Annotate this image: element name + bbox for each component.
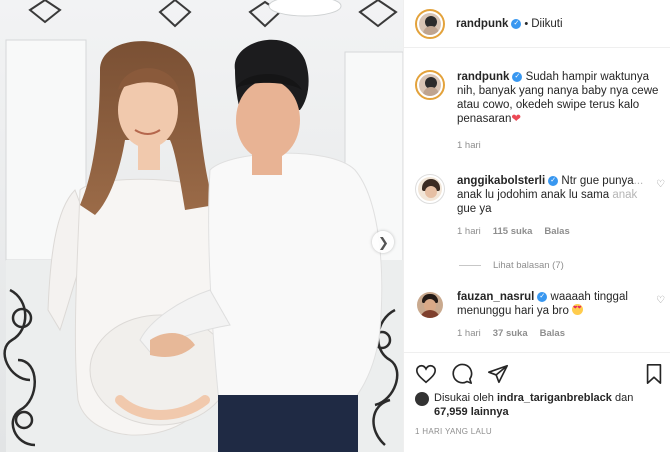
replies-divider	[459, 265, 481, 266]
couple-photo-illustration	[0, 0, 403, 452]
caption-time: 1 hari	[457, 140, 481, 151]
heart-eyes-emoji-icon: ❤❤	[572, 304, 584, 315]
comment-likes[interactable]: 115 suka	[493, 226, 533, 237]
liked-by-user[interactable]: indra_tariganbreblack	[497, 392, 612, 404]
comment-text-fade: ...	[633, 175, 644, 187]
post-side-panel: randpunk ✓ • Diikuti randpunk ✓ Sudah ham…	[403, 0, 670, 452]
red-heart-emoji-icon: ❤	[511, 113, 521, 125]
comment-text: Ntr gue punya	[561, 175, 634, 187]
comment-item: fauzan_nasrul ✓ waaaah tinggal menunggu h…	[415, 290, 665, 339]
post-photo[interactable]: ❯	[0, 0, 403, 452]
commenter-username[interactable]: fauzan_nasrul	[457, 291, 534, 303]
comment-item: anggikabolsterli ✓ Ntr gue punya... anak …	[415, 174, 665, 237]
view-replies-label: Lihat balasan (7)	[493, 260, 564, 271]
author-avatar[interactable]	[415, 8, 445, 39]
verified-badge-icon: ✓	[512, 71, 523, 82]
caption-username[interactable]: randpunk	[457, 71, 509, 83]
post-actions: Disukai oleh indra_tariganbreblack dan 6…	[404, 352, 670, 452]
verified-badge-icon: ✓	[537, 291, 548, 302]
reply-button[interactable]: Balas	[544, 226, 569, 237]
verified-badge-icon: ✓	[548, 175, 559, 186]
paper-plane-icon[interactable]	[487, 363, 509, 385]
separator-dot: •	[524, 17, 529, 30]
comment-text-line2: anak lu jodohim anak lu sama	[457, 189, 613, 201]
bookmark-icon[interactable]	[643, 363, 665, 385]
comment-time: 1 hari	[457, 226, 481, 237]
follow-status-button[interactable]: Diikuti	[531, 18, 562, 30]
comment-time: 1 hari	[457, 328, 481, 339]
comment-icon[interactable]	[451, 363, 473, 385]
liker-avatar[interactable]	[415, 392, 429, 406]
commenter-username[interactable]: anggikabolsterli	[457, 175, 545, 187]
reply-button[interactable]: Balas	[540, 328, 565, 339]
comment-text-line2-fade: anak	[612, 189, 638, 201]
commenter-avatar[interactable]	[415, 174, 445, 204]
like-comment-heart-icon[interactable]: ♡	[656, 295, 665, 306]
post-timestamp[interactable]: 1 HARI YANG LALU	[415, 427, 492, 436]
next-photo-button[interactable]: ❯	[372, 231, 394, 253]
view-replies-button[interactable]: Lihat balasan (7)	[459, 260, 564, 271]
likes-count[interactable]: 67,959 lainnya	[434, 406, 509, 418]
verified-badge-icon: ✓	[511, 18, 522, 29]
comment-likes[interactable]: 37 suka	[493, 328, 528, 339]
heart-icon[interactable]	[415, 363, 437, 385]
liked-by-prefix: Disukai oleh	[434, 392, 494, 404]
chevron-right-icon: ❯	[378, 234, 389, 250]
liked-by-connector: dan	[614, 392, 634, 404]
like-comment-heart-icon[interactable]: ♡	[656, 179, 665, 190]
commenter-avatar[interactable]	[415, 290, 445, 320]
post-caption: randpunk ✓ Sudah hampir waktunya nih, ban…	[415, 70, 665, 151]
liked-by-summary: Disukai oleh indra_tariganbreblack dan 6…	[415, 391, 633, 419]
author-username[interactable]: randpunk	[456, 18, 508, 30]
caption-author-avatar[interactable]	[415, 70, 445, 100]
post-header: randpunk ✓ • Diikuti	[404, 0, 670, 48]
comment-text-line3: gue ya	[457, 203, 492, 215]
